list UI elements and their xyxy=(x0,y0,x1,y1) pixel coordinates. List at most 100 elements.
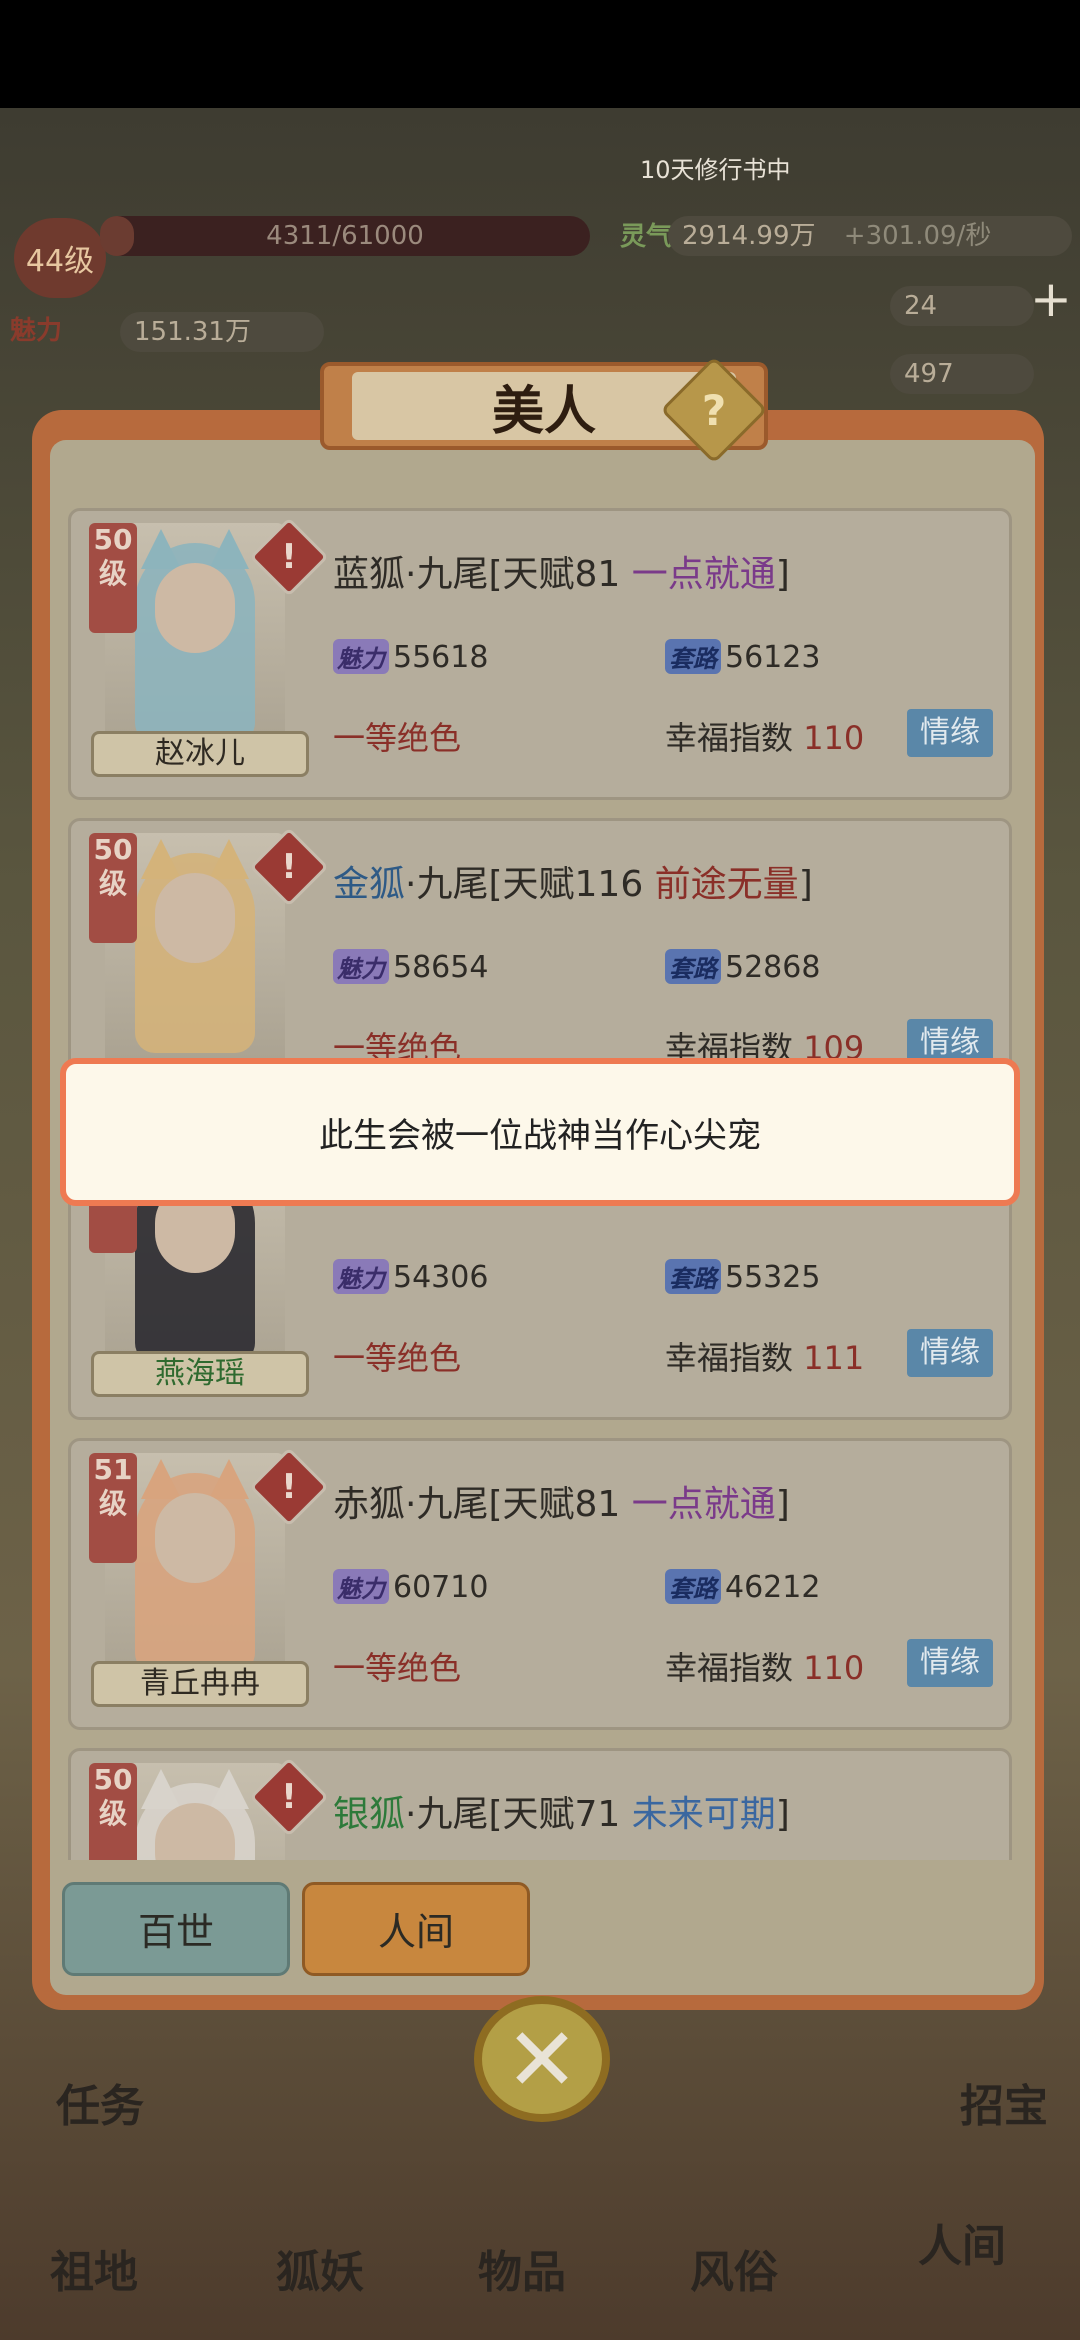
talent: [天赋71 xyxy=(488,1794,632,1835)
treasure-label[interactable]: 招宝 xyxy=(960,2070,1048,2134)
grade-label: 一等绝色 xyxy=(333,1339,462,1377)
charm-value: 54306 xyxy=(393,1260,489,1295)
scheme-value: 55325 xyxy=(725,1260,821,1295)
charm-icon: 魅力 xyxy=(333,1259,389,1294)
fate-button[interactable]: 情缘 xyxy=(907,1329,993,1377)
tail: ·九尾 xyxy=(405,864,489,905)
list-item[interactable]: 51级 ! 青丘冉冉 赤狐·九尾[天赋81 一点就通] 魅力 60710 套路 46… xyxy=(68,1438,1012,1730)
charm-stat: 魅力 60710 xyxy=(333,1569,488,1605)
tail: ·九尾 xyxy=(405,554,489,595)
income-pill: 2914.99万 +301.09/秒 xyxy=(668,216,1072,256)
income-rate: +301.09/秒 xyxy=(843,221,992,251)
portrait-ear xyxy=(141,529,181,569)
list-item[interactable]: 50级 ! 银狐·九尾[天赋71 未来可期] xyxy=(68,1748,1012,1860)
beauty-name: 赵冰儿 xyxy=(91,731,309,777)
portrait-ear xyxy=(209,529,249,569)
charm-value: 58654 xyxy=(393,950,489,985)
talent-tag: 一点就通 xyxy=(631,554,776,595)
nav-wupin[interactable]: 物品 xyxy=(478,2236,566,2300)
exp-text: 4311/61000 xyxy=(266,221,424,251)
talent-close: ] xyxy=(775,1794,790,1835)
happiness-index: 幸福指数 110 xyxy=(665,1643,864,1689)
beauty-title: 金狐·九尾[天赋116 前途无量] xyxy=(333,855,813,907)
talent-close: ] xyxy=(775,1484,790,1525)
portrait-ear xyxy=(141,1769,181,1809)
task-label[interactable]: 任务 xyxy=(56,2070,144,2134)
happiness-label: 幸福指数 xyxy=(665,1339,804,1377)
talent-close: ] xyxy=(775,554,790,595)
charm-value: 60710 xyxy=(393,1570,489,1605)
stat-b: 497 xyxy=(890,354,1034,394)
nav-huyao[interactable]: 狐妖 xyxy=(276,2236,364,2300)
exp-bar: 4311/61000 xyxy=(100,216,590,256)
status-bar xyxy=(0,0,1080,108)
portrait-ear xyxy=(141,839,181,879)
level-tag: 51级 xyxy=(89,1453,137,1563)
help-glyph: ? xyxy=(701,385,727,435)
nav-renjian[interactable]: 人间 xyxy=(918,2210,1006,2274)
scheme-stat: 套路 55325 xyxy=(665,1259,820,1295)
talent-tag: 前途无量 xyxy=(654,864,799,905)
fate-button[interactable]: 情缘 xyxy=(907,709,993,757)
beauty-name: 燕海瑶 xyxy=(91,1351,309,1397)
scheme-value: 46212 xyxy=(725,1570,821,1605)
alert-glyph: ! xyxy=(281,1777,297,1817)
charm-stat: 魅力 58654 xyxy=(333,949,488,985)
beauty-name: 青丘冉冉 xyxy=(91,1661,309,1707)
happiness-value: 110 xyxy=(803,1649,865,1687)
happiness-index: 幸福指数 111 xyxy=(665,1333,864,1379)
scheme-stat: 套路 56123 xyxy=(665,639,820,675)
close-button[interactable]: ✕ xyxy=(474,1996,610,2122)
nav-fengsu[interactable]: 风俗 xyxy=(690,2236,778,2300)
tail: ·九尾 xyxy=(405,1484,489,1525)
grade-label: 一等绝色 xyxy=(333,719,462,757)
charm-stat: 魅力 54306 xyxy=(333,1259,488,1295)
charm-value: 55618 xyxy=(393,640,489,675)
charm-label: 魅力 xyxy=(10,316,63,346)
happiness-value: 111 xyxy=(803,1339,865,1377)
talent: [天赋81 xyxy=(488,1484,632,1525)
talent-tag: 一点就通 xyxy=(631,1484,776,1525)
player-level-badge: 44级 xyxy=(14,218,106,298)
happiness-value: 110 xyxy=(803,719,865,757)
alert-glyph: ! xyxy=(281,537,297,577)
happiness-label: 幸福指数 xyxy=(665,1649,804,1687)
scheme-icon: 套路 xyxy=(665,1569,721,1604)
scheme-icon: 套路 xyxy=(665,949,721,984)
banner-text: 10天修行书中 xyxy=(640,156,791,184)
species: 银狐 xyxy=(333,1794,406,1835)
charm-icon: 魅力 xyxy=(333,639,389,674)
alert-glyph: ! xyxy=(281,1467,297,1507)
portrait-face xyxy=(155,873,235,963)
portrait-ear xyxy=(209,1769,249,1809)
talent: [天赋81 xyxy=(488,554,632,595)
scheme-value: 56123 xyxy=(725,640,821,675)
list-item[interactable]: 50级 ! 赵冰儿 蓝狐·九尾[天赋81 一点就通] 魅力 55618 套路 561… xyxy=(68,508,1012,800)
scheme-icon: 套路 xyxy=(665,1259,721,1294)
alert-glyph: ! xyxy=(281,847,297,887)
fate-button[interactable]: 情缘 xyxy=(907,1639,993,1687)
portrait-face xyxy=(155,1493,235,1583)
tab-renjian[interactable]: 人间 xyxy=(302,1882,530,1976)
scheme-stat: 套路 52868 xyxy=(665,949,820,985)
scheme-icon: 套路 xyxy=(665,639,721,674)
portrait-face xyxy=(155,563,235,653)
happiness-label: 幸福指数 xyxy=(665,719,804,757)
beauty-title: 赤狐·九尾[天赋81 一点就通] xyxy=(333,1475,790,1527)
level-tag: 50级 xyxy=(89,523,137,633)
beauty-title: 银狐·九尾[天赋71 未来可期] xyxy=(333,1785,790,1837)
income-label: 灵气 xyxy=(620,222,673,252)
tab-baishi[interactable]: 百世 xyxy=(62,1882,290,1976)
level-tag: 50级 xyxy=(89,1763,137,1860)
level-tag: 50级 xyxy=(89,833,137,943)
charm-stat: 魅力 55618 xyxy=(333,639,488,675)
species: 金狐 xyxy=(333,864,406,905)
portrait-ear xyxy=(209,839,249,879)
portrait-ear xyxy=(209,1459,249,1499)
stat-a: 24 xyxy=(890,286,1034,326)
tail: ·九尾 xyxy=(405,1794,489,1835)
scheme-stat: 套路 46212 xyxy=(665,1569,820,1605)
nav-zudi[interactable]: 祖地 xyxy=(50,2236,138,2300)
toast-message: 此生会被一位战神当作心尖宠 xyxy=(60,1058,1020,1206)
plus-icon[interactable]: + xyxy=(1030,270,1072,328)
